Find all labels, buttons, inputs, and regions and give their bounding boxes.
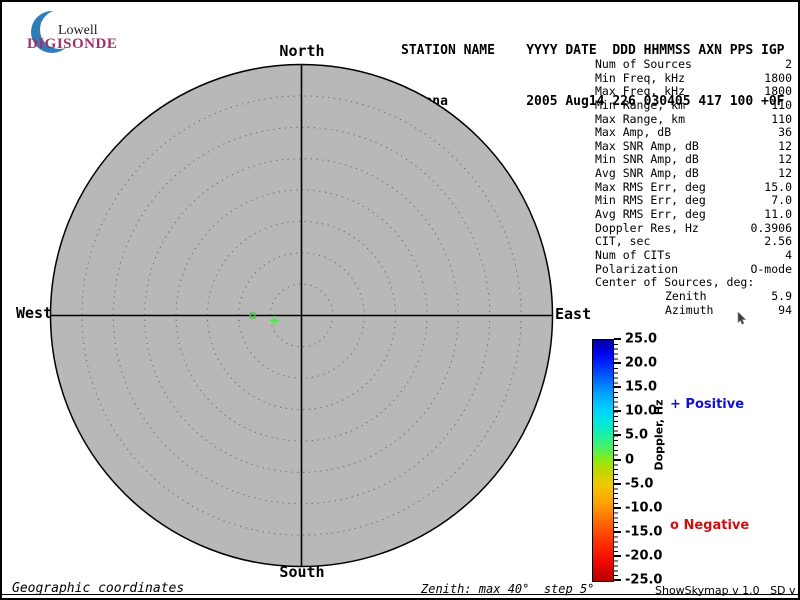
param-label: Min RMS Err, deg (595, 193, 706, 208)
param-value: 1800 (764, 84, 792, 99)
param-label: Center of Sources, deg: (595, 275, 755, 290)
param-row: Min Freq, kHz 1800 (595, 70, 792, 86)
param-value: 36 (778, 125, 792, 140)
param-row: Avg RMS Err, deg 11.0 (595, 207, 792, 222)
compass-label-west: West (16, 304, 53, 322)
param-value: 12 (778, 166, 792, 181)
param-row: Azimuth 94 (595, 302, 792, 318)
colorbar-tick (614, 410, 621, 413)
param-label: Polarization (595, 261, 679, 276)
param-label: Max Amp, dB (595, 125, 672, 140)
param-row: Num of CITs 4 (595, 247, 792, 263)
legend-negative: o Negative (670, 518, 750, 533)
colorbar-tick (614, 362, 621, 365)
param-label: Azimuth (665, 302, 714, 317)
param-label: Min SNR Amp, dB (595, 152, 699, 167)
footer-version-label: ShowSkymap v 1.0 SD v 4.2 (655, 584, 796, 597)
colorbar-tick (614, 554, 621, 557)
param-row: CIT, sec 2.56 (595, 235, 792, 249)
param-row: Num of Sources 2 (595, 57, 792, 72)
param-value: O-mode (750, 261, 792, 276)
showskymap-window: Lowell DIGISONDE STATION NAME YYYY DATE … (0, 0, 800, 600)
colorbar-tick (614, 338, 621, 340)
param-label: Max SNR Amp, dB (595, 138, 699, 153)
param-label: CIT, sec (595, 234, 651, 249)
param-label: Min Range, km (595, 97, 686, 112)
colorbar-major-ticks: 25.0 20.0 15.0 10.0 5.0 0 -5.0 -10.0 -15.0 -20.0-… (614, 332, 684, 588)
param-value: 11.0 (764, 207, 792, 222)
param-label: Avg SNR Amp, dB (595, 166, 699, 181)
legend-positive: + Positive (670, 397, 745, 412)
param-label: Avg RMS Err, deg (595, 207, 706, 222)
param-value: 110 (771, 111, 792, 126)
param-row: Max Amp, dB 36 (595, 126, 792, 140)
param-label: Num of CITs (595, 247, 672, 262)
param-row: Max SNR Amp, dB 12 (595, 138, 792, 154)
param-row: Max Freq, kHz 1800 (595, 85, 792, 99)
colorbar-axis-label: Doppler, Hz (652, 399, 666, 471)
colorbar-tick-label: 15.0 (625, 379, 658, 395)
colorbar-tick-label: -15.0 (625, 524, 663, 540)
colorbar-tick (614, 458, 621, 461)
param-value: 5.9 (771, 288, 792, 303)
colorbar-tick-label: 5.0 (625, 427, 649, 443)
param-label: Zenith (665, 288, 707, 303)
param-row: Max RMS Err, deg 15.0 (595, 179, 792, 195)
param-label: Max RMS Err, deg (595, 179, 706, 194)
mouse-cursor-icon (737, 312, 747, 325)
doppler-colorbar (592, 339, 614, 582)
param-value: 12 (778, 152, 792, 167)
param-label: Max Freq, kHz (595, 84, 686, 99)
colorbar-tick (614, 434, 621, 437)
param-row: Min Range, km 110 (595, 97, 792, 113)
compass-label-east: East (555, 305, 592, 323)
param-label: Num of Sources (595, 57, 692, 71)
param-value: 4 (785, 247, 792, 262)
param-row: Zenith 5.9 (595, 288, 792, 304)
parameters-panel: Num of Sources 2 Min Freq, kHz 1800 Max Freq… (595, 57, 792, 318)
param-label: Min Freq, kHz (595, 70, 686, 85)
param-value: 7.0 (771, 193, 792, 208)
param-row: Avg SNR Amp, dB 12 (595, 166, 792, 181)
param-value: 15.0 (764, 179, 792, 194)
footer-zenith-scale-label: Zenith: max 40° step 5° (421, 582, 595, 596)
colorbar-tick-label: -5.0 (625, 476, 654, 492)
param-row: Max Range, km 110 (595, 111, 792, 127)
param-row: Polarization O-mode (595, 261, 792, 277)
colorbar-tick (614, 482, 621, 485)
param-label: Max Range, km (595, 111, 686, 126)
param-row: Min RMS Err, deg 7.0 (595, 194, 792, 208)
colorbar-tick (614, 579, 621, 581)
param-row: Center of Sources, deg: (595, 276, 792, 290)
param-value: 2.56 (764, 234, 792, 249)
param-value: 12 (778, 138, 792, 153)
compass-label-north: North (279, 42, 325, 60)
param-value: 2 (785, 57, 792, 71)
colorbar-tick (614, 506, 621, 509)
colorbar-tick-label: 25.0 (625, 331, 658, 347)
param-value: 1800 (764, 70, 792, 85)
param-value: 0.3906 (750, 220, 792, 235)
colorbar-tick (614, 530, 621, 533)
colorbar-tick-label: -20.0 (625, 548, 663, 564)
colorbar-tick-label: 20.0 (625, 355, 658, 371)
footer-coordinates-label: Geographic coordinates (12, 581, 185, 596)
colorbar-tick-label: 0 (625, 452, 635, 467)
param-row: Doppler Res, Hz 0.3906 (595, 220, 792, 236)
colorbar-tick-label: -10.0 (625, 500, 663, 516)
compass-label-south: South (279, 563, 325, 581)
param-label: Doppler Res, Hz (595, 220, 699, 235)
param-value: 94 (778, 302, 792, 317)
param-value: 110 (771, 97, 792, 112)
colorbar-tick (614, 386, 621, 389)
param-row: Min SNR Amp, dB 12 (595, 153, 792, 167)
